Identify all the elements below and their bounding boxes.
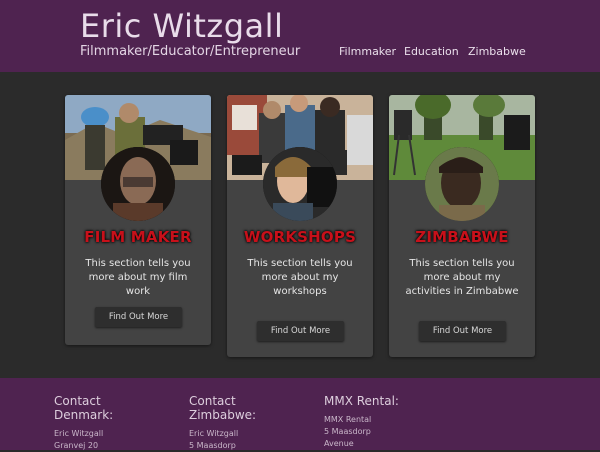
- card-film-maker: FILM MAKER This section tells you more a…: [65, 95, 211, 345]
- footer-line: Eric Witzgall: [54, 429, 104, 438]
- nav-item-education[interactable]: Education: [404, 45, 459, 58]
- find-out-more-button-zimbabwe[interactable]: Find Out More: [419, 321, 506, 341]
- card-title: WORKSHOPS: [243, 228, 357, 246]
- site-header: Eric Witzgall Filmmaker/Educator/Entrepr…: [0, 0, 600, 72]
- card-description: This section tells you more about my fil…: [85, 258, 191, 297]
- find-out-more-button-workshops[interactable]: Find Out More: [257, 321, 344, 341]
- footer-line: 5 Maasdorp: [189, 441, 236, 450]
- footer-contact-zimbabwe: Contact Zimbabwe: Eric Witzgall 5 Maasdo…: [189, 394, 299, 452]
- portrait-zimbabwe: [425, 147, 499, 221]
- card-workshops: WORKSHOPS This section tells you more ab…: [227, 95, 373, 357]
- card-title: FILM MAKER: [84, 228, 192, 246]
- footer-heading: Denmark:: [54, 408, 114, 422]
- footer-line: 5 Maasdorp: [324, 427, 371, 436]
- card-description: This section tells you more about my act…: [405, 258, 519, 297]
- card-zimbabwe: ZIMBABWE This section tells you more abo…: [389, 95, 535, 357]
- portrait-film-maker: [101, 147, 175, 221]
- card-title: ZIMBABWE: [415, 228, 509, 246]
- footer-line: Eric Witzgall: [189, 429, 239, 438]
- find-out-more-button-film-maker[interactable]: Find Out More: [95, 307, 182, 327]
- nav-item-filmmaker[interactable]: Filmmaker: [339, 45, 396, 58]
- footer-heading: Zimbabwe:: [189, 408, 257, 422]
- footer-line: MMX Rental: [324, 415, 372, 424]
- site-title[interactable]: Eric Witzgall: [80, 6, 283, 46]
- site-footer: Contact Denmark: Eric Witzgall Granvej 2…: [0, 378, 600, 450]
- footer-contact-denmark: Contact Denmark: Eric Witzgall Granvej 2…: [54, 394, 164, 452]
- footer-heading: Contact: [189, 394, 236, 408]
- footer-line: Avenue: [324, 439, 354, 448]
- footer-mmx-rental: MMX Rental: MMX Rental 5 Maasdorp Avenue: [324, 394, 434, 450]
- card-description: This section tells you more about my wor…: [247, 258, 353, 297]
- portrait-workshops: [263, 147, 337, 221]
- footer-line: Granvej 20: [54, 441, 99, 450]
- footer-heading: MMX Rental:: [324, 394, 399, 408]
- nav-item-zimbabwe[interactable]: Zimbabwe: [468, 45, 526, 58]
- site-tagline: Filmmaker/Educator/Entrepreneur: [80, 44, 301, 59]
- footer-heading: Contact: [54, 394, 101, 408]
